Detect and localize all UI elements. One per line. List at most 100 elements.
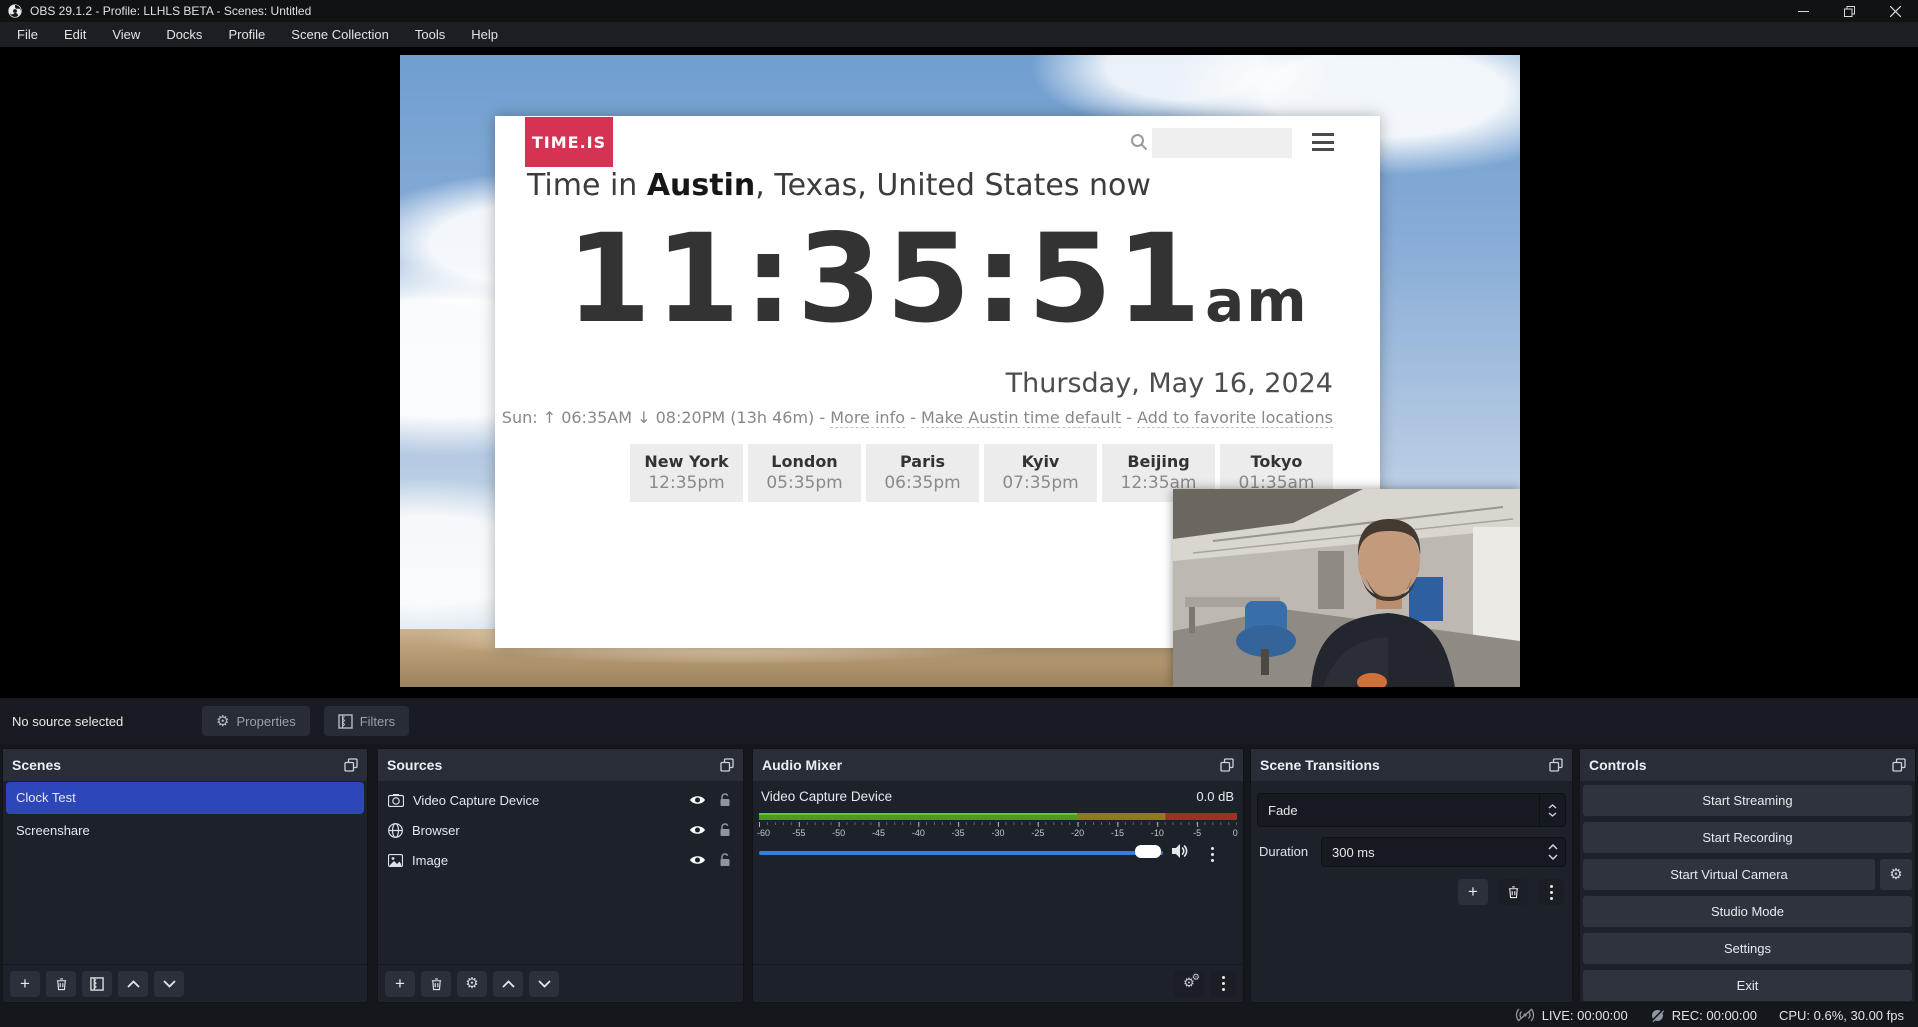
mixer-level-db: 0.0 dB bbox=[1196, 789, 1234, 804]
virtual-camera-config-button[interactable]: ⚙ bbox=[1879, 858, 1913, 891]
menu-tools[interactable]: Tools bbox=[402, 22, 458, 47]
menu-profile[interactable]: Profile bbox=[215, 22, 278, 47]
scene-filters-button[interactable] bbox=[82, 971, 112, 997]
spinner-carets[interactable] bbox=[1541, 844, 1565, 860]
exit-button[interactable]: Exit bbox=[1582, 969, 1913, 1002]
scene-item-clock-test[interactable]: Clock Test bbox=[6, 782, 364, 814]
mixer-channel-menu-button[interactable] bbox=[1199, 841, 1225, 867]
time-digits: 11:35:51 bbox=[566, 208, 1205, 350]
meter-tick-marks bbox=[759, 822, 1237, 827]
popout-icon[interactable] bbox=[1892, 758, 1906, 772]
scenes-panel: Scenes Clock Test Screenshare + bbox=[2, 748, 368, 1003]
globe-icon bbox=[388, 823, 403, 838]
scene-transitions-panel: Scene Transitions Fade Duration 300 ms + bbox=[1250, 748, 1573, 1003]
audio-mixer-panel-title: Audio Mixer bbox=[762, 757, 842, 773]
menu-bar: File Edit View Docks Profile Scene Colle… bbox=[0, 22, 1918, 47]
add-source-button[interactable]: + bbox=[385, 971, 415, 997]
window-title: OBS 29.1.2 - Profile: LLHLS BETA - Scene… bbox=[30, 4, 311, 18]
meter-tick-labels: -60 -55 -50 -45 -40 -35 -30 -25 -20 -15 … bbox=[759, 828, 1237, 840]
cpu-fps-stats: CPU: 0.6%, 30.00 fps bbox=[1779, 1008, 1904, 1023]
minimize-button[interactable] bbox=[1780, 0, 1826, 22]
volume-slider-handle[interactable] bbox=[1135, 845, 1161, 858]
menu-edit[interactable]: Edit bbox=[51, 22, 99, 47]
popout-icon[interactable] bbox=[720, 758, 734, 772]
remove-source-button[interactable] bbox=[421, 971, 451, 997]
mixer-menu-button[interactable] bbox=[1210, 971, 1236, 997]
speaker-icon[interactable] bbox=[1171, 843, 1189, 859]
studio-mode-button[interactable]: Studio Mode bbox=[1582, 895, 1913, 928]
sources-list: Video Capture Device Browser bbox=[378, 781, 743, 964]
city-card[interactable]: Kyiv 07:35pm bbox=[984, 444, 1097, 502]
transitions-panel-title: Scene Transitions bbox=[1260, 757, 1380, 773]
remove-transition-button[interactable] bbox=[1498, 879, 1528, 905]
controls-panel: Controls Start Streaming Start Recording… bbox=[1579, 748, 1916, 1003]
remove-scene-button[interactable] bbox=[46, 971, 76, 997]
add-transition-button[interactable]: + bbox=[1458, 879, 1488, 905]
transition-select[interactable]: Fade bbox=[1257, 793, 1566, 827]
time-ampm: am bbox=[1205, 267, 1309, 335]
move-source-up-button[interactable] bbox=[493, 971, 523, 997]
move-scene-down-button[interactable] bbox=[154, 971, 184, 997]
lock-icon[interactable] bbox=[719, 793, 731, 807]
audio-mixer-panel: Audio Mixer Video Capture Device 0.0 dB … bbox=[752, 748, 1244, 1003]
sun-info-line: Sun: ↑ 06:35AM ↓ 08:20PM (13h 46m) - Mor… bbox=[502, 408, 1333, 427]
popout-icon[interactable] bbox=[1220, 758, 1234, 772]
menu-view[interactable]: View bbox=[99, 22, 153, 47]
obs-logo-icon bbox=[8, 4, 22, 18]
popout-icon[interactable] bbox=[344, 758, 358, 772]
visibility-eye-icon[interactable] bbox=[689, 794, 706, 806]
properties-button[interactable]: ⚙ Properties bbox=[202, 706, 310, 736]
source-properties-button[interactable]: ⚙ bbox=[457, 971, 487, 997]
start-recording-button[interactable]: Start Recording bbox=[1582, 821, 1913, 854]
add-scene-button[interactable]: + bbox=[10, 971, 40, 997]
start-streaming-button[interactable]: Start Streaming bbox=[1582, 784, 1913, 817]
volume-slider-track[interactable] bbox=[759, 851, 1163, 855]
scene-item-screenshare[interactable]: Screenshare bbox=[6, 815, 364, 847]
scenes-list: Clock Test Screenshare bbox=[3, 781, 367, 964]
city-card[interactable]: Paris 06:35pm bbox=[866, 444, 979, 502]
start-virtual-camera-button[interactable]: Start Virtual Camera bbox=[1582, 858, 1876, 891]
make-default-link[interactable]: Make Austin time default bbox=[921, 408, 1121, 428]
title-bar: OBS 29.1.2 - Profile: LLHLS BETA - Scene… bbox=[0, 0, 1918, 22]
timeis-logo: TIME.IS bbox=[525, 117, 613, 167]
source-row-browser[interactable]: Browser bbox=[378, 815, 743, 845]
menu-scene-collection[interactable]: Scene Collection bbox=[278, 22, 402, 47]
advanced-audio-button[interactable]: ⚙ ⚙ bbox=[1174, 971, 1204, 997]
source-row-image[interactable]: Image bbox=[378, 845, 743, 875]
visibility-eye-icon[interactable] bbox=[689, 854, 706, 866]
city-card[interactable]: London 05:35pm bbox=[748, 444, 861, 502]
record-inactive-icon bbox=[1650, 1008, 1665, 1023]
scenes-panel-title: Scenes bbox=[12, 757, 61, 773]
transition-menu-button[interactable] bbox=[1538, 879, 1564, 905]
move-source-down-button[interactable] bbox=[529, 971, 559, 997]
sources-panel: Sources Video Capture Device bbox=[377, 748, 744, 1003]
source-row-video-capture[interactable]: Video Capture Device bbox=[378, 785, 743, 815]
search-icon bbox=[1130, 133, 1148, 151]
settings-button[interactable]: Settings bbox=[1582, 932, 1913, 965]
popout-icon[interactable] bbox=[1549, 758, 1563, 772]
filters-button[interactable]: Filters bbox=[324, 706, 409, 736]
duration-spinner[interactable]: 300 ms bbox=[1321, 837, 1566, 867]
hamburger-menu-icon[interactable] bbox=[1312, 133, 1334, 151]
move-scene-up-button[interactable] bbox=[118, 971, 148, 997]
mixer-channel-name: Video Capture Device bbox=[761, 789, 892, 804]
close-button[interactable] bbox=[1872, 0, 1918, 22]
filter-icon bbox=[338, 714, 353, 729]
lock-icon[interactable] bbox=[719, 853, 731, 867]
current-time: 11:35:51am bbox=[495, 208, 1380, 350]
menu-docks[interactable]: Docks bbox=[153, 22, 215, 47]
program-canvas[interactable]: TIME.IS Time in Austin, Texas, United St… bbox=[400, 55, 1520, 687]
add-favorite-link[interactable]: Add to favorite locations bbox=[1137, 408, 1333, 428]
visibility-eye-icon[interactable] bbox=[689, 824, 706, 836]
search-input[interactable] bbox=[1152, 128, 1292, 158]
more-info-link[interactable]: More info bbox=[830, 408, 905, 428]
menu-file[interactable]: File bbox=[4, 22, 51, 47]
sources-panel-title: Sources bbox=[387, 757, 442, 773]
preview-area[interactable]: TIME.IS Time in Austin, Texas, United St… bbox=[0, 47, 1918, 698]
timeis-heading: Time in Austin, Texas, United States now bbox=[527, 168, 1151, 203]
city-card[interactable]: New York 12:35pm bbox=[630, 444, 743, 502]
lock-icon[interactable] bbox=[719, 823, 731, 837]
restore-button[interactable] bbox=[1826, 0, 1872, 22]
menu-help[interactable]: Help bbox=[458, 22, 511, 47]
camera-icon bbox=[388, 794, 404, 807]
